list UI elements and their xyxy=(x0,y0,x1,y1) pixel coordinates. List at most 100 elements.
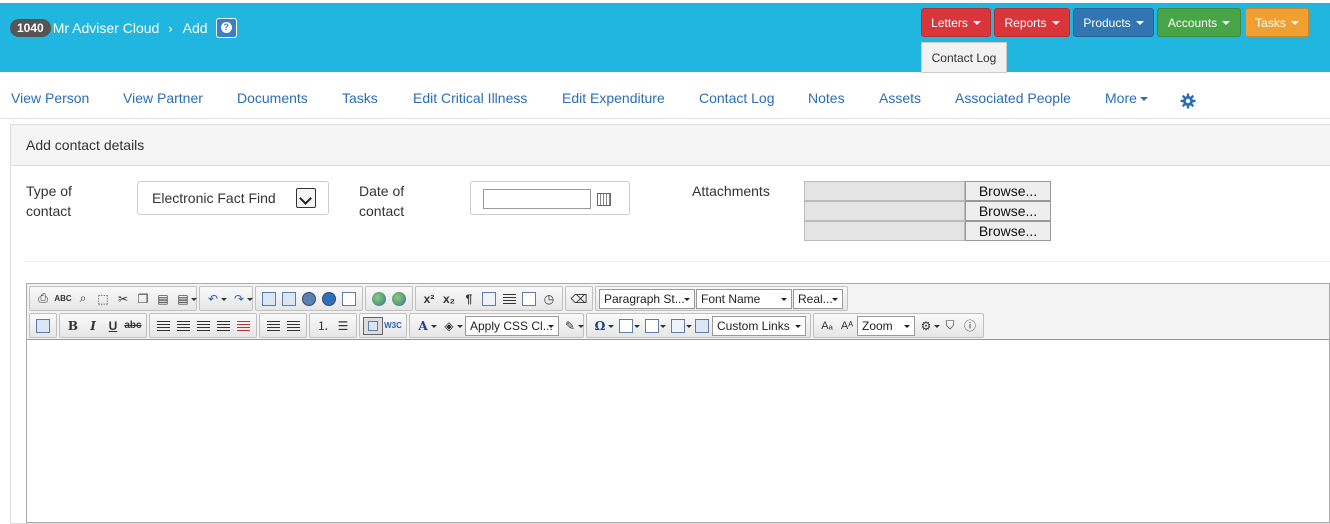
italic-icon[interactable]: I xyxy=(83,317,103,335)
letters-label: Letters xyxy=(931,15,968,30)
custom-tag-icon[interactable] xyxy=(668,317,692,335)
date-input[interactable] xyxy=(483,189,591,209)
nav-view-person[interactable]: View Person xyxy=(11,90,89,106)
font-name-select[interactable]: Font Name xyxy=(696,288,792,309)
outdent-icon[interactable] xyxy=(263,317,283,335)
attachment-path-1[interactable] xyxy=(804,181,965,201)
nav-contact-log[interactable]: Contact Log xyxy=(699,90,775,106)
strikethrough-icon[interactable]: abc xyxy=(123,317,143,335)
nav-tasks[interactable]: Tasks xyxy=(342,90,378,106)
toolbar-group-format: x² x₂ ¶ ◷ xyxy=(415,286,563,311)
nav-associated-people[interactable]: Associated People xyxy=(955,90,1071,106)
custom-links-select[interactable]: Custom Links xyxy=(712,315,806,336)
image-map-icon[interactable] xyxy=(279,290,299,308)
zoom-select[interactable]: Zoom xyxy=(857,315,915,336)
paste-icon[interactable]: ▤ xyxy=(153,290,173,308)
numbered-list-icon[interactable]: ⒈ xyxy=(313,317,333,335)
justify-icon[interactable] xyxy=(213,317,233,335)
convert-upper-icon[interactable]: Aᴬ xyxy=(837,317,857,335)
cut-icon[interactable]: ✂ xyxy=(113,290,133,308)
underline-icon[interactable]: U xyxy=(103,317,123,335)
undo-icon[interactable]: ↶ xyxy=(203,290,227,308)
nav-more[interactable]: More xyxy=(1105,90,1148,106)
editor-content-area[interactable] xyxy=(27,340,1329,522)
letters-button[interactable]: Letters xyxy=(921,8,991,37)
tasks-button[interactable]: Tasks xyxy=(1245,8,1309,37)
toolbar-group-edit: ⎙ ABC ⌕ ⬚ ✂ ❐ ▤ ▤ xyxy=(29,286,197,311)
superscript-icon[interactable]: x² xyxy=(419,290,439,308)
nav-notes[interactable]: Notes xyxy=(808,90,845,106)
format-stripper-icon[interactable]: ⌫ xyxy=(569,290,589,308)
select-all-icon[interactable]: ⬚ xyxy=(93,290,113,308)
attachment-row: Browse... xyxy=(804,181,1051,201)
chevron-down-icon xyxy=(1051,20,1060,25)
nav-divider xyxy=(0,118,1330,119)
client-name-link[interactable]: Mr Adviser Cloud xyxy=(53,20,160,36)
accounts-button[interactable]: Accounts xyxy=(1157,8,1241,37)
symbol-icon[interactable]: Ω xyxy=(590,317,614,335)
insert-table-icon[interactable] xyxy=(616,317,640,335)
font-size-select[interactable]: Real... xyxy=(793,288,843,309)
hyperlink-icon[interactable] xyxy=(369,290,389,308)
indent-icon[interactable] xyxy=(283,317,303,335)
toggle-screen-icon[interactable] xyxy=(33,317,53,335)
convert-lower-icon[interactable]: Aₐ xyxy=(817,317,837,335)
help-button[interactable]: ? xyxy=(215,18,237,38)
module-manager-icon[interactable]: ⚙ xyxy=(916,317,940,335)
find-replace-icon[interactable]: ⌕ xyxy=(73,290,93,308)
calendar-icon[interactable] xyxy=(597,193,611,206)
unlink-icon[interactable] xyxy=(389,290,409,308)
nav-edit-critical-illness[interactable]: Edit Critical Illness xyxy=(413,90,527,106)
type-of-contact-select[interactable]: Electronic Fact Find xyxy=(137,181,329,215)
format-painter-icon[interactable]: ✎ xyxy=(560,317,584,335)
horizontal-rule-icon[interactable] xyxy=(499,290,519,308)
flash-manager-icon[interactable] xyxy=(299,290,319,308)
css-class-select[interactable]: Apply CSS Cl... xyxy=(465,315,559,336)
subscript-icon[interactable]: x₂ xyxy=(439,290,459,308)
paste-plain-icon[interactable] xyxy=(479,290,499,308)
template-manager-icon[interactable] xyxy=(692,317,712,335)
align-left-icon[interactable] xyxy=(153,317,173,335)
paste-options-icon[interactable]: ▤ xyxy=(173,290,197,308)
spellcheck-icon[interactable]: ABC xyxy=(53,290,73,308)
paragraph-style-select[interactable]: Paragraph St... xyxy=(599,288,695,309)
redo-icon[interactable]: ↷ xyxy=(229,290,253,308)
nav-edit-expenditure[interactable]: Edit Expenditure xyxy=(562,90,665,106)
design-mode-icon[interactable] xyxy=(363,316,383,335)
spell-check-shield-icon[interactable]: ⛉ xyxy=(940,317,960,335)
nav-view-partner[interactable]: View Partner xyxy=(123,90,203,106)
reports-button[interactable]: Reports xyxy=(994,8,1070,37)
align-center-icon[interactable] xyxy=(173,317,193,335)
letters-dropdown-contact-log[interactable]: Contact Log xyxy=(921,42,1007,73)
form-element-icon[interactable] xyxy=(519,290,539,308)
browse-button-3[interactable]: Browse... xyxy=(965,221,1051,241)
chevron-down-icon[interactable] xyxy=(296,188,316,208)
panel-title: Add contact details xyxy=(11,125,1330,166)
image-manager-icon[interactable] xyxy=(259,290,279,308)
paragraph-icon[interactable]: ¶ xyxy=(459,290,479,308)
nav-documents[interactable]: Documents xyxy=(237,90,308,106)
bold-icon[interactable]: B xyxy=(63,317,83,335)
gear-icon[interactable] xyxy=(1180,93,1196,109)
about-icon[interactable]: ⓘ xyxy=(960,317,980,335)
browse-button-1[interactable]: Browse... xyxy=(965,181,1051,201)
attachment-path-2[interactable] xyxy=(804,201,965,221)
media-manager-icon[interactable] xyxy=(319,290,339,308)
products-button[interactable]: Products xyxy=(1073,8,1154,37)
fore-color-icon[interactable]: A xyxy=(413,317,437,335)
copy-icon[interactable]: ❐ xyxy=(133,290,153,308)
attachment-path-3[interactable] xyxy=(804,221,965,241)
snippet-icon[interactable] xyxy=(642,317,666,335)
print-icon[interactable]: ⎙ xyxy=(33,290,53,308)
bulleted-list-icon[interactable]: ☰ xyxy=(333,317,353,335)
align-right-icon[interactable] xyxy=(193,317,213,335)
insert-date-icon[interactable]: ◷ xyxy=(539,290,559,308)
date-of-contact-label: Date of contact xyxy=(359,181,404,221)
browse-button-2[interactable]: Browse... xyxy=(965,201,1051,221)
remove-alignment-icon[interactable] xyxy=(233,317,253,335)
back-color-icon[interactable]: ◈ xyxy=(439,317,463,335)
nav-assets[interactable]: Assets xyxy=(879,90,921,106)
document-manager-icon[interactable] xyxy=(339,290,359,308)
xhtml-validator-icon[interactable]: W3C xyxy=(383,317,403,335)
help-icon: ? xyxy=(220,22,232,33)
